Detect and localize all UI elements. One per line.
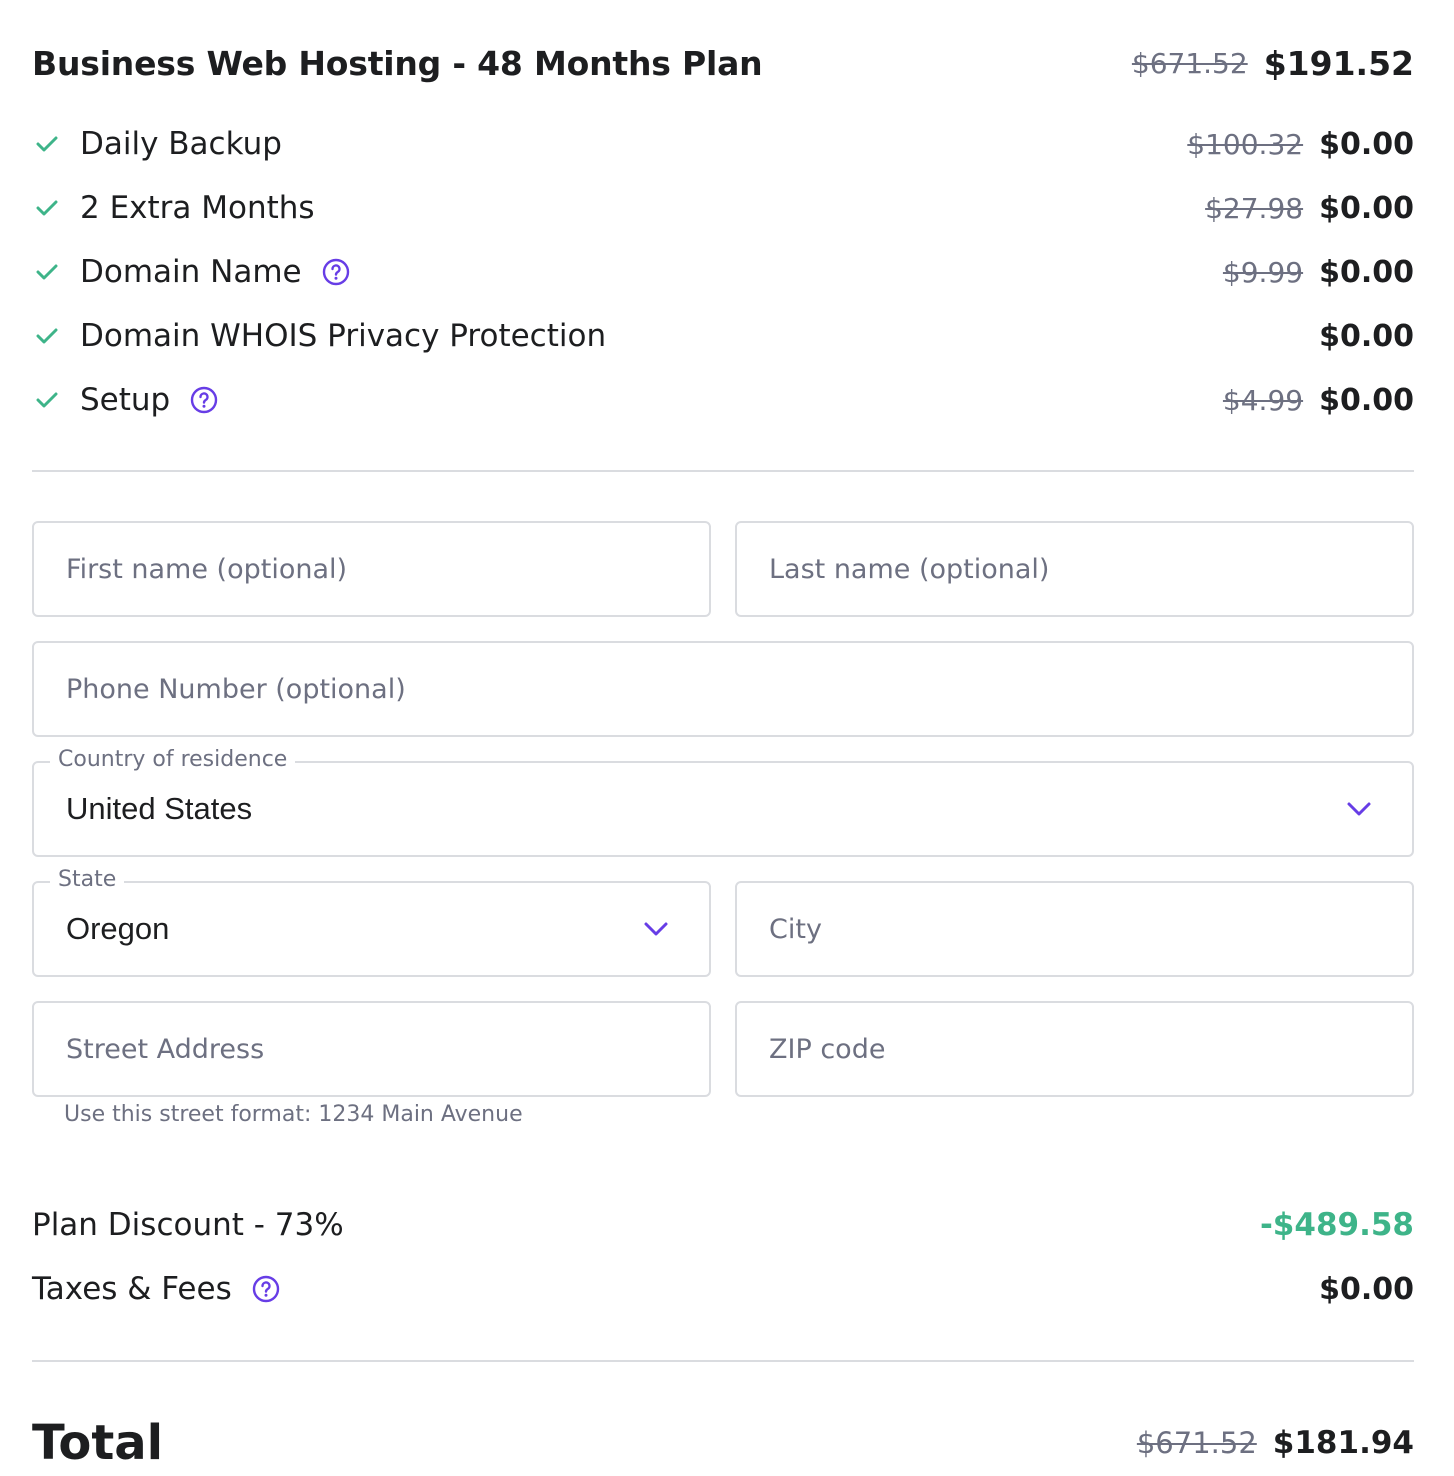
- first-name-field: [32, 521, 711, 617]
- total-label: Total: [32, 1415, 164, 1471]
- total-price: $181.94: [1272, 1425, 1414, 1461]
- feature-row-domain-name: Domain Name $9.99 $0.00: [32, 240, 1414, 304]
- zip-code-input[interactable]: [737, 1003, 1412, 1095]
- plan-header: Business Web Hosting - 48 Months Plan $6…: [32, 40, 1414, 86]
- feature-price: $0.00: [1319, 382, 1414, 418]
- feature-label: Domain WHOIS Privacy Protection: [80, 318, 607, 354]
- total-old-price: $671.52: [1136, 1426, 1257, 1460]
- chevron-down-icon: [1346, 799, 1372, 819]
- plan-discount-label: Plan Discount - 73%: [32, 1207, 344, 1243]
- plan-new-price: $191.52: [1263, 43, 1414, 83]
- help-icon[interactable]: [322, 258, 350, 286]
- last-name-field: [735, 521, 1414, 617]
- check-icon: [32, 368, 80, 432]
- city-input[interactable]: [737, 883, 1412, 975]
- zip-code-field: [735, 1001, 1414, 1097]
- taxes-fees-value: $0.00: [1319, 1271, 1414, 1307]
- feature-label: 2 Extra Months: [80, 190, 315, 226]
- state-value: Oregon: [66, 911, 170, 946]
- plan-old-price: $671.52: [1131, 46, 1248, 80]
- phone-field: [32, 641, 1414, 737]
- check-icon: [32, 112, 80, 176]
- taxes-fees-row: Taxes & Fees $0.00: [32, 1257, 1414, 1321]
- feature-label: Setup: [80, 382, 171, 418]
- feature-row-setup: Setup $4.99 $0.00: [32, 368, 1414, 432]
- feature-price: $0.00: [1319, 318, 1414, 354]
- feature-price: $0.00: [1319, 254, 1414, 290]
- feature-old-price: $9.99: [1222, 255, 1304, 289]
- state-select[interactable]: State Oregon: [32, 867, 711, 977]
- divider: [32, 1360, 1414, 1362]
- country-value: United States: [66, 791, 253, 826]
- feature-price: $0.00: [1319, 126, 1414, 162]
- feature-old-price: $100.32: [1187, 127, 1304, 161]
- last-name-input[interactable]: [737, 523, 1412, 615]
- street-format-helper: Use this street format: 1234 Main Avenue: [64, 1102, 523, 1127]
- taxes-fees-label: Taxes & Fees: [32, 1271, 232, 1307]
- total-row: Total $671.52 $181.94: [32, 1410, 1414, 1476]
- divider: [32, 470, 1414, 472]
- street-address-input[interactable]: [34, 1003, 709, 1095]
- feature-row-whois-privacy: Domain WHOIS Privacy Protection $0.00: [32, 304, 1414, 368]
- feature-old-price: $4.99: [1222, 383, 1304, 417]
- feature-old-price: $27.98: [1205, 191, 1304, 225]
- help-icon[interactable]: [252, 1275, 280, 1303]
- feature-row-extra-months: 2 Extra Months $27.98 $0.00: [32, 176, 1414, 240]
- check-icon: [32, 240, 80, 304]
- feature-label: Domain Name: [80, 254, 302, 290]
- plan-features-list: Daily Backup $100.32 $0.00 2 Extra Month…: [32, 112, 1414, 432]
- check-icon: [32, 176, 80, 240]
- phone-input[interactable]: [34, 643, 1412, 735]
- feature-row-daily-backup: Daily Backup $100.32 $0.00: [32, 112, 1414, 176]
- check-icon: [32, 304, 80, 368]
- city-field: [735, 881, 1414, 977]
- first-name-input[interactable]: [34, 523, 709, 615]
- plan-discount-row: Plan Discount - 73% -$489.58: [32, 1193, 1414, 1257]
- plan-price: $671.52 $191.52: [1132, 44, 1414, 83]
- help-icon[interactable]: [190, 386, 218, 414]
- plan-discount-value: -$489.58: [1259, 1207, 1414, 1243]
- chevron-down-icon: [643, 919, 669, 939]
- street-address-field: [32, 1001, 711, 1097]
- feature-price: $0.00: [1319, 190, 1414, 226]
- country-select[interactable]: Country of residence United States: [32, 747, 1414, 857]
- feature-label: Daily Backup: [80, 126, 282, 162]
- plan-title: Business Web Hosting - 48 Months Plan: [32, 43, 763, 83]
